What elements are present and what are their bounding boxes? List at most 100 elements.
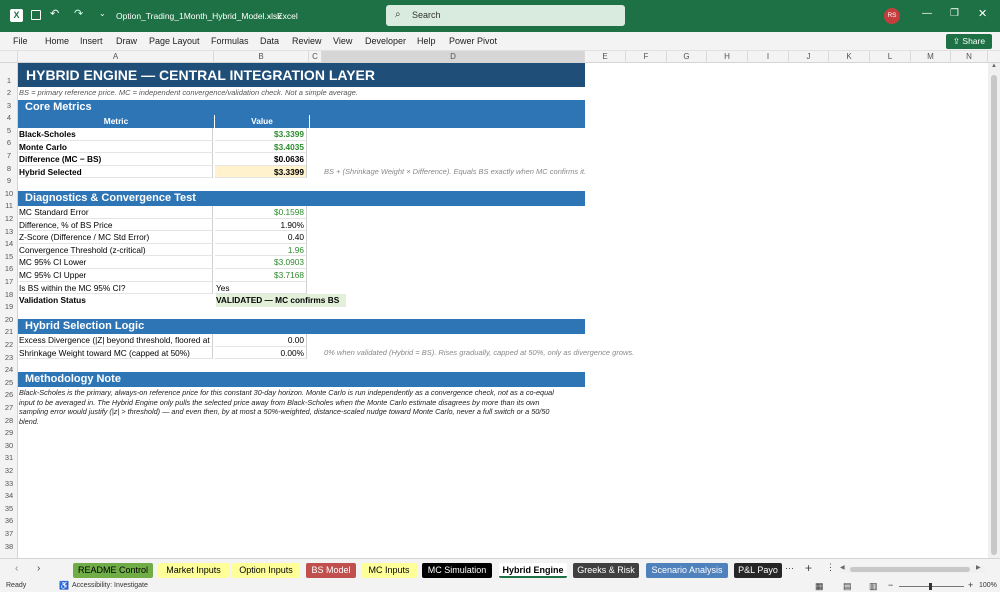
sheet-tab[interactable]: MC Inputs: [361, 563, 417, 578]
ribbon-tab-review[interactable]: Review: [292, 36, 322, 46]
row-header[interactable]: 14: [0, 238, 18, 251]
selection-value[interactable]: 0.00: [215, 334, 307, 347]
column-header-d[interactable]: D: [322, 51, 585, 63]
minimize-icon[interactable]: —: [922, 8, 932, 19]
more-sheets-icon[interactable]: ⋯: [785, 563, 794, 574]
core-metric-value[interactable]: $3.3399: [215, 165, 307, 179]
column-header-b[interactable]: B: [214, 51, 309, 63]
row-header[interactable]: 28: [0, 415, 18, 428]
vertical-scrollbar[interactable]: ▲: [988, 63, 1000, 558]
accessibility-icon[interactable]: ♿: [59, 581, 69, 590]
sheet-tab[interactable]: P&L Payo: [734, 563, 782, 578]
selection-label[interactable]: Excess Divergence (|Z| beyond threshold,…: [19, 334, 213, 347]
row-header[interactable]: 20: [0, 314, 18, 327]
row-header[interactable]: 36: [0, 515, 18, 528]
column-header-i[interactable]: I: [748, 51, 789, 63]
sheet-tab[interactable]: Scenario Analysis: [646, 563, 728, 578]
diagnostic-label[interactable]: MC Standard Error: [19, 206, 213, 219]
tab-scroll-right-icon[interactable]: ›: [37, 563, 40, 574]
diagnostic-label[interactable]: MC 95% CI Lower: [19, 256, 213, 269]
row-header[interactable]: 31: [0, 452, 18, 465]
row-header[interactable]: 18: [0, 289, 18, 302]
quick-access-dropdown-icon[interactable]: ⌄: [99, 9, 106, 18]
diagnostic-value[interactable]: $3.0903: [215, 256, 307, 269]
diagnostic-value[interactable]: 1.90%: [215, 218, 307, 232]
sheet-tab[interactable]: MC Simulation: [422, 563, 492, 578]
row-header[interactable]: 21: [0, 326, 18, 339]
validation-status-label[interactable]: Validation Status: [19, 294, 213, 307]
ribbon-tab-power-pivot[interactable]: Power Pivot: [449, 36, 497, 46]
zoom-in-icon[interactable]: +: [968, 580, 973, 590]
sheet-tab[interactable]: README Control: [73, 563, 153, 578]
normal-view-icon[interactable]: ▦: [815, 581, 824, 592]
scroll-thumb[interactable]: [991, 75, 997, 555]
row-header[interactable]: 15: [0, 251, 18, 264]
column-header-l[interactable]: L: [870, 51, 911, 63]
row-header[interactable]: 22: [0, 339, 18, 352]
methodology-note[interactable]: Black-Scholes is the primary, always-on …: [19, 388, 589, 426]
row-header[interactable]: 6: [0, 137, 18, 150]
core-metric-label[interactable]: Monte Carlo: [19, 140, 213, 154]
core-header-metric[interactable]: Metric: [18, 115, 214, 128]
row-header[interactable]: 5: [0, 125, 18, 138]
row-header[interactable]: 7: [0, 150, 18, 163]
column-header-k[interactable]: K: [829, 51, 870, 63]
share-button[interactable]: ⇪ Share: [946, 34, 992, 49]
ribbon-tab-file[interactable]: File: [13, 36, 28, 46]
column-header-j[interactable]: J: [789, 51, 829, 63]
selection-label[interactable]: Shrinkage Weight toward MC (capped at 50…: [19, 346, 213, 360]
row-header[interactable]: 13: [0, 226, 18, 239]
row-header[interactable]: 32: [0, 465, 18, 478]
column-header-g[interactable]: G: [667, 51, 707, 63]
row-header[interactable]: 24: [0, 364, 18, 377]
core-header-value[interactable]: Value: [215, 115, 309, 128]
diagnostic-label[interactable]: MC 95% CI Upper: [19, 269, 213, 282]
page-layout-view-icon[interactable]: ▤: [843, 581, 852, 592]
row-header[interactable]: 27: [0, 402, 18, 415]
column-header-e[interactable]: E: [585, 51, 626, 63]
zoom-slider-thumb[interactable]: [929, 583, 932, 590]
row-header[interactable]: 2: [0, 87, 18, 100]
row-header[interactable]: 37: [0, 528, 18, 541]
column-header-f[interactable]: F: [626, 51, 667, 63]
save-icon[interactable]: [31, 10, 41, 20]
row-header[interactable]: 25: [0, 377, 18, 390]
zoom-level[interactable]: 100%: [979, 582, 997, 589]
row-header[interactable]: 35: [0, 503, 18, 516]
row-header[interactable]: 3: [0, 100, 18, 113]
ribbon-tab-data[interactable]: Data: [260, 36, 279, 46]
column-header-h[interactable]: H: [707, 51, 748, 63]
restore-icon[interactable]: ❐: [950, 8, 959, 19]
sheet-subtitle[interactable]: BS = primary reference price. MC = indep…: [19, 87, 579, 100]
row-header[interactable]: 29: [0, 427, 18, 440]
row-header[interactable]: 4: [0, 112, 18, 125]
ribbon-tab-page-layout[interactable]: Page Layout: [149, 36, 200, 46]
ribbon-tab-view[interactable]: View: [333, 36, 352, 46]
ribbon-tab-insert[interactable]: Insert: [80, 36, 103, 46]
search-box[interactable]: ⌕ Search: [386, 5, 625, 26]
core-metric-label[interactable]: Difference (MC − BS): [19, 153, 213, 166]
row-header[interactable]: 1: [0, 75, 18, 88]
sheet-tab[interactable]: Hybrid Engine: [499, 563, 567, 578]
core-metric-label[interactable]: Hybrid Selected: [19, 165, 213, 179]
row-header[interactable]: 16: [0, 263, 18, 276]
diagnostic-value[interactable]: 1.96: [215, 243, 307, 257]
row-header[interactable]: 8: [0, 163, 18, 176]
sheet-tab[interactable]: Option Inputs: [232, 563, 300, 578]
accessibility-status[interactable]: Accessibility: Investigate: [72, 582, 148, 589]
h-scroll-left-icon[interactable]: ◀: [840, 564, 845, 571]
row-header[interactable]: 30: [0, 440, 18, 453]
diagnostic-value[interactable]: $0.1598: [215, 206, 307, 219]
column-header-c[interactable]: C: [309, 51, 322, 63]
diagnostic-label[interactable]: Difference, % of BS Price: [19, 218, 213, 232]
scroll-up-icon[interactable]: ▲: [991, 63, 997, 69]
core-metric-value[interactable]: $3.4035: [215, 140, 307, 154]
tab-more-options-icon[interactable]: ⋮: [826, 562, 835, 573]
redo-icon[interactable]: ↷: [74, 7, 83, 20]
sheet-tab[interactable]: BS Model: [306, 563, 356, 578]
add-sheet-icon[interactable]: +: [805, 561, 812, 575]
row-header[interactable]: 33: [0, 478, 18, 491]
sheet-tab[interactable]: Market Inputs: [158, 563, 229, 578]
core-metric-label[interactable]: Black-Scholes: [19, 128, 213, 141]
horizontal-scrollbar[interactable]: ◀ ▶: [840, 564, 985, 573]
